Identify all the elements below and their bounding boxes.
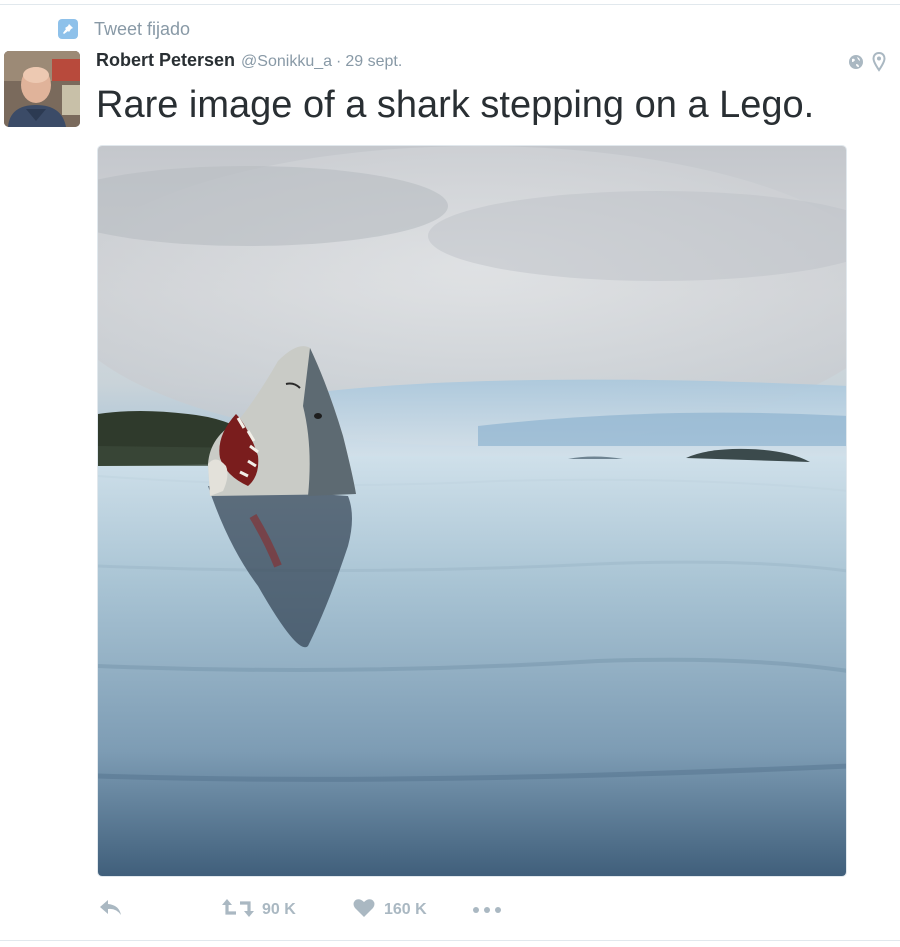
retweet-icon (222, 897, 254, 924)
header-icons (840, 52, 886, 72)
retweet-count: 90 K (262, 901, 296, 918)
location-pin-icon[interactable] (872, 52, 886, 72)
like-count: 160 K (384, 901, 427, 918)
heart-icon (352, 897, 376, 924)
avatar[interactable] (4, 51, 80, 127)
author-handle[interactable]: @Sonikku_a (241, 53, 332, 71)
pin-icon (58, 19, 78, 39)
retweet-button[interactable]: 90 K (222, 895, 296, 925)
more-dots-icon (472, 901, 502, 919)
tweet-date[interactable]: 29 sept. (345, 53, 402, 71)
tweet-media-image[interactable] (97, 145, 847, 877)
author-name[interactable]: Robert Petersen (96, 50, 235, 71)
bottom-divider (0, 940, 900, 941)
header-separator: · (336, 53, 342, 70)
more-options-button[interactable] (472, 895, 502, 925)
reply-button[interactable] (98, 895, 124, 925)
like-button[interactable]: 160 K (352, 895, 427, 925)
top-divider (0, 4, 900, 5)
tweet-header: Robert Petersen @Sonikku_a · 29 sept. (96, 50, 402, 76)
tweet-text: Rare image of a shark stepping on a Lego… (96, 84, 815, 126)
globe-icon[interactable] (848, 54, 864, 70)
tweet-actions: 90 K 160 K (98, 895, 518, 925)
reply-icon (98, 897, 124, 924)
pinned-label: Tweet fijado (94, 18, 191, 39)
pinned-indicator: Tweet fijado (58, 17, 190, 41)
